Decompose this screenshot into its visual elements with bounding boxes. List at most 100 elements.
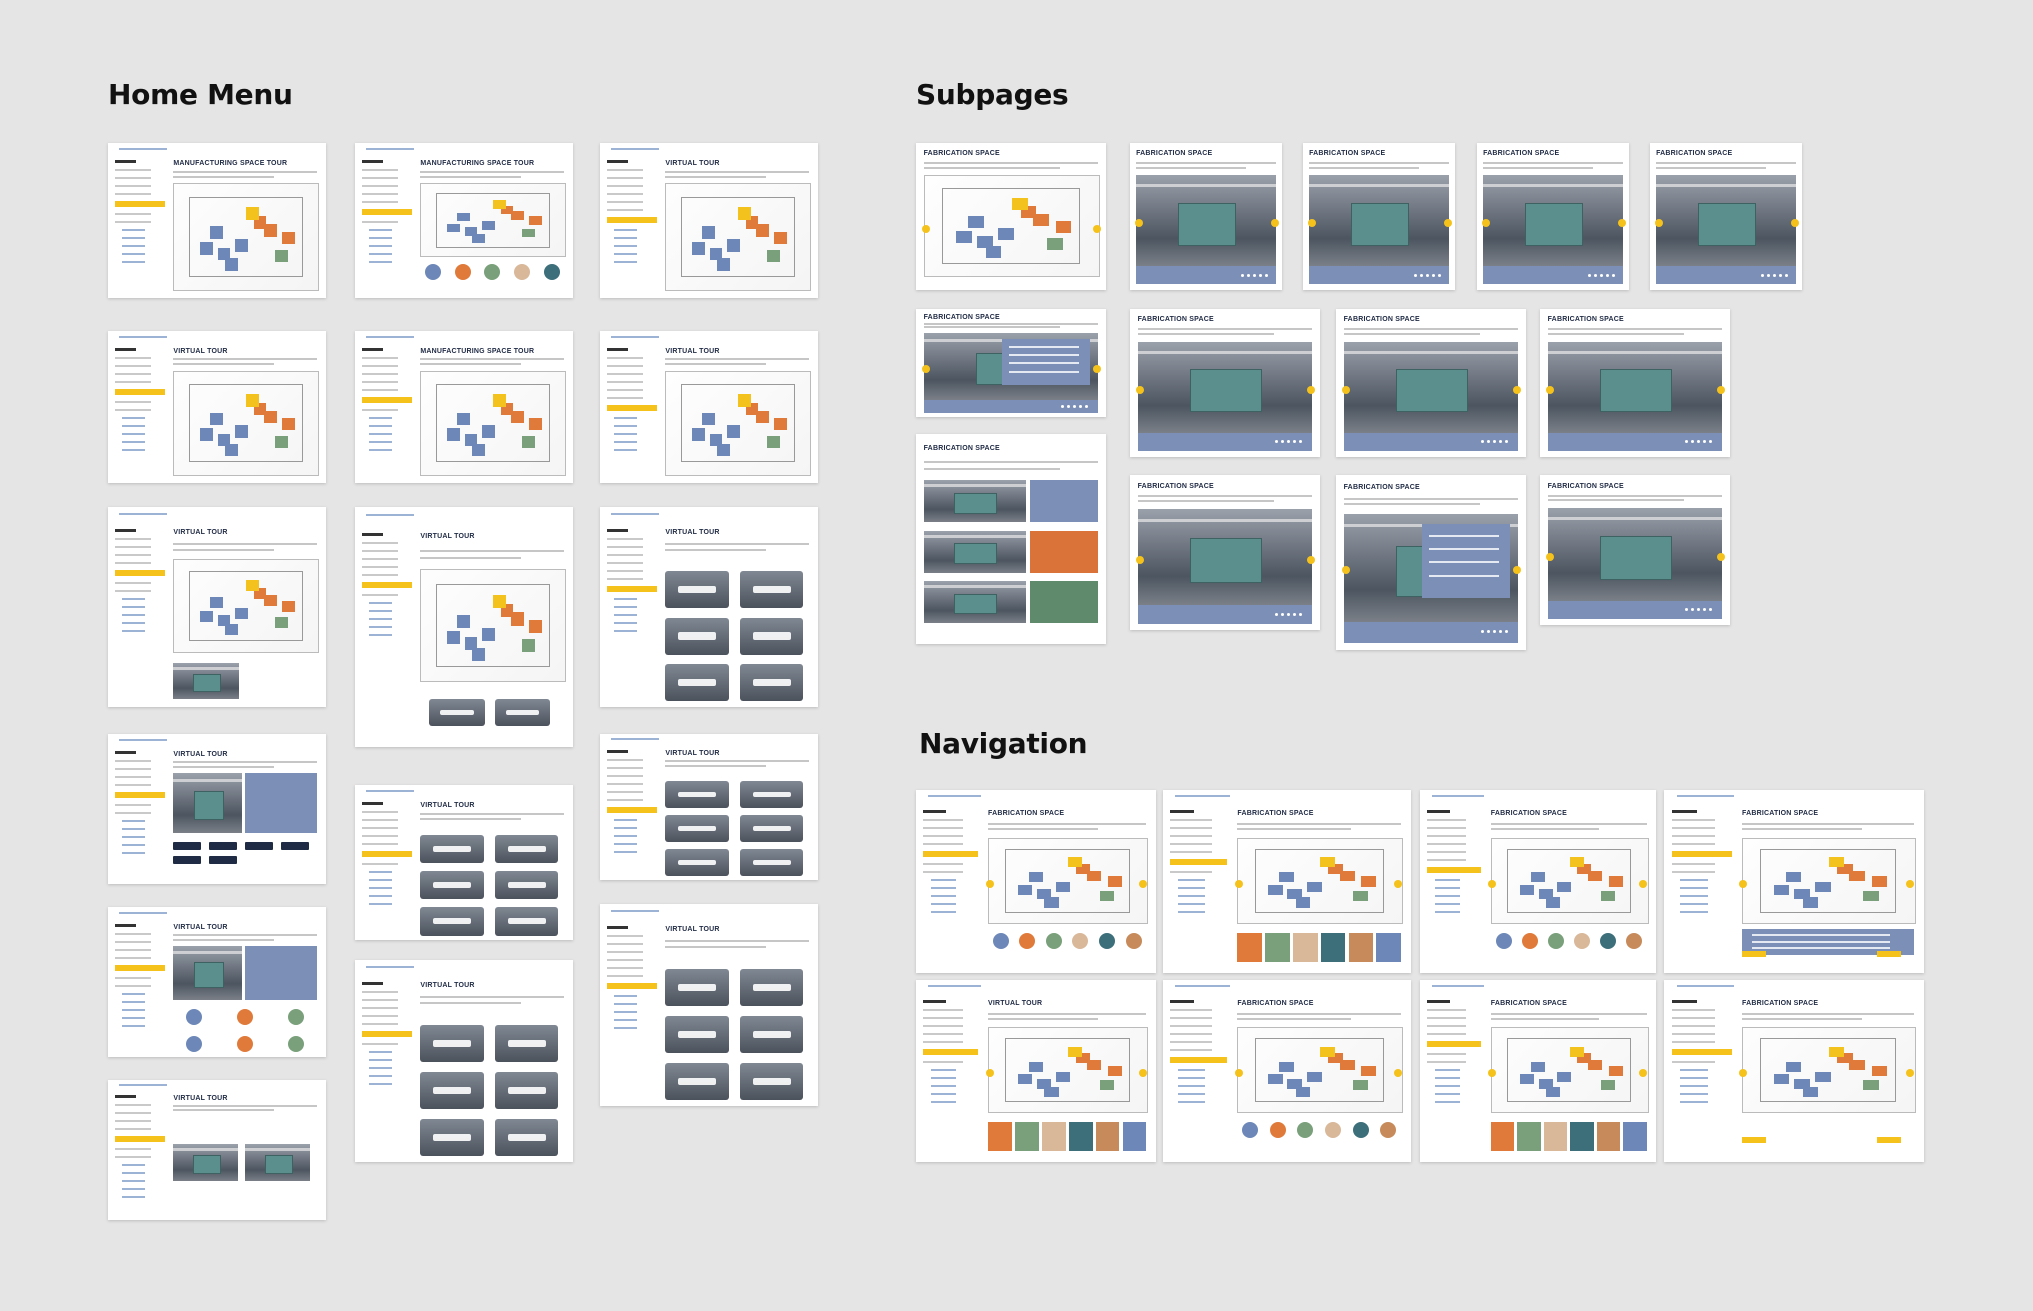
breadcrumb[interactable]: [118, 911, 167, 914]
sidebar-subitem[interactable]: [1178, 1085, 1205, 1088]
sidebar-item[interactable]: [361, 566, 398, 569]
floor-plan-station[interactable]: [1569, 1046, 1584, 1057]
floor-plan-station[interactable]: [234, 425, 248, 438]
floor-plan-station[interactable]: [1055, 882, 1070, 893]
floor-plan-station[interactable]: [510, 211, 524, 220]
carousel-dot[interactable]: [1708, 440, 1712, 444]
area-tile[interactable]: [665, 571, 729, 608]
carousel-dot[interactable]: [1084, 404, 1088, 408]
prev-arrow-button[interactable]: [985, 879, 994, 888]
sidebar-item[interactable]: [1170, 1033, 1212, 1036]
sidebar-item[interactable]: [114, 759, 151, 762]
carousel-dot[interactable]: [1072, 404, 1076, 408]
area-tile[interactable]: [665, 968, 729, 1006]
sidebar-item-active[interactable]: [606, 217, 657, 224]
floor-plan-station[interactable]: [1267, 884, 1283, 895]
sidebar-subitem[interactable]: [121, 598, 145, 600]
sidebar-subitem[interactable]: [121, 424, 145, 427]
sidebar-subitem[interactable]: [1680, 1069, 1708, 1072]
sidebar-item[interactable]: [606, 975, 643, 978]
floor-plan-map[interactable]: [420, 370, 567, 476]
sidebar-item[interactable]: [1170, 871, 1212, 874]
floor-plan-station[interactable]: [1099, 1080, 1115, 1091]
sidebar-item[interactable]: [923, 871, 963, 874]
sidebar-subitem[interactable]: [613, 630, 637, 632]
sidebar-item[interactable]: [606, 935, 643, 938]
floor-plan-station[interactable]: [1519, 1074, 1534, 1085]
sidebar-item-active[interactable]: [114, 791, 165, 798]
sidebar-item[interactable]: [1671, 1041, 1715, 1044]
sidebar-item[interactable]: [1671, 871, 1715, 874]
sidebar-subitem[interactable]: [1178, 1069, 1205, 1072]
sidebar-subitem[interactable]: [613, 253, 637, 256]
sidebar-item-active[interactable]: [1170, 859, 1228, 866]
floor-plan-station[interactable]: [210, 596, 224, 608]
prev-arrow-button[interactable]: [1545, 553, 1554, 561]
next-arrow-button[interactable]: [1092, 225, 1101, 234]
sidebar-subitem[interactable]: [1178, 895, 1205, 898]
sidebar-subitem[interactable]: [121, 843, 145, 846]
sidebar-subitem[interactable]: [930, 911, 957, 914]
floor-plan-station[interactable]: [1279, 1061, 1295, 1072]
next-arrow-button[interactable]: [1306, 555, 1315, 564]
sidebar-subitem[interactable]: [121, 416, 145, 419]
area-tile[interactable]: [665, 617, 729, 655]
sidebar-item[interactable]: [114, 1120, 151, 1123]
sidebar-item-active[interactable]: [1427, 867, 1482, 874]
sidebar-item-active[interactable]: [361, 209, 412, 216]
sidebar-subitem[interactable]: [368, 424, 392, 427]
area-button[interactable]: [173, 842, 202, 850]
floor-plan-station[interactable]: [471, 234, 485, 243]
area-swatch[interactable]: [1517, 1121, 1541, 1152]
sidebar-item[interactable]: [114, 169, 151, 172]
sidebar-item[interactable]: [923, 843, 963, 846]
floor-plan-map[interactable]: [173, 370, 320, 476]
sidebar-item-active[interactable]: [606, 807, 657, 814]
sidebar-item[interactable]: [606, 943, 643, 946]
area-circle[interactable]: [514, 263, 531, 280]
sidebar-item[interactable]: [361, 863, 398, 866]
carousel-dot[interactable]: [1492, 630, 1496, 634]
breadcrumb[interactable]: [118, 335, 167, 338]
carousel-dot[interactable]: [1593, 273, 1597, 277]
floor-plan-station[interactable]: [1068, 857, 1083, 868]
area-circle[interactable]: [1072, 932, 1089, 949]
sidebar-item[interactable]: [361, 819, 398, 822]
floor-plan-station[interactable]: [1307, 1071, 1322, 1082]
sidebar-item[interactable]: [1170, 843, 1212, 846]
area-swatch[interactable]: [1293, 932, 1318, 962]
area-circle[interactable]: [288, 1036, 305, 1052]
sidebar-subitem[interactable]: [121, 1188, 145, 1191]
sidebar-item[interactable]: [606, 783, 643, 786]
carousel-dot[interactable]: [1078, 404, 1082, 408]
sidebar-item[interactable]: [1671, 1025, 1715, 1028]
carousel-dot[interactable]: [1258, 273, 1262, 277]
area-circle[interactable]: [186, 1036, 203, 1052]
sidebar-item[interactable]: [606, 380, 643, 383]
area-swatch[interactable]: [1348, 932, 1374, 962]
floor-plan-station[interactable]: [200, 610, 214, 622]
floor-plan-map[interactable]: [665, 370, 812, 476]
carousel-dot[interactable]: [1298, 440, 1302, 444]
carousel-dots[interactable]: [1274, 440, 1302, 444]
floor-plan-station[interactable]: [767, 249, 781, 263]
sidebar-subitem[interactable]: [121, 448, 145, 451]
sidebar-item[interactable]: [1671, 835, 1715, 838]
floor-plan-station[interactable]: [1546, 1086, 1561, 1097]
sidebar-item[interactable]: [1427, 1053, 1467, 1056]
floor-plan-station[interactable]: [1849, 1060, 1865, 1071]
sidebar-subitem[interactable]: [613, 843, 637, 846]
carousel-dot[interactable]: [1274, 440, 1278, 444]
carousel-dot[interactable]: [1240, 273, 1244, 277]
floor-plan-map[interactable]: [1237, 837, 1404, 924]
sidebar-item[interactable]: [606, 546, 643, 548]
area-tile[interactable]: [665, 1015, 729, 1054]
sidebar-item[interactable]: [606, 388, 643, 391]
sidebar-subitem[interactable]: [121, 1000, 145, 1003]
sidebar-item[interactable]: [1170, 1049, 1212, 1052]
area-circle[interactable]: [1098, 932, 1115, 949]
sidebar-item[interactable]: [361, 999, 398, 1002]
carousel-dot[interactable]: [1437, 273, 1441, 277]
floor-plan-station[interactable]: [210, 412, 224, 426]
sidebar-item[interactable]: [114, 546, 151, 548]
